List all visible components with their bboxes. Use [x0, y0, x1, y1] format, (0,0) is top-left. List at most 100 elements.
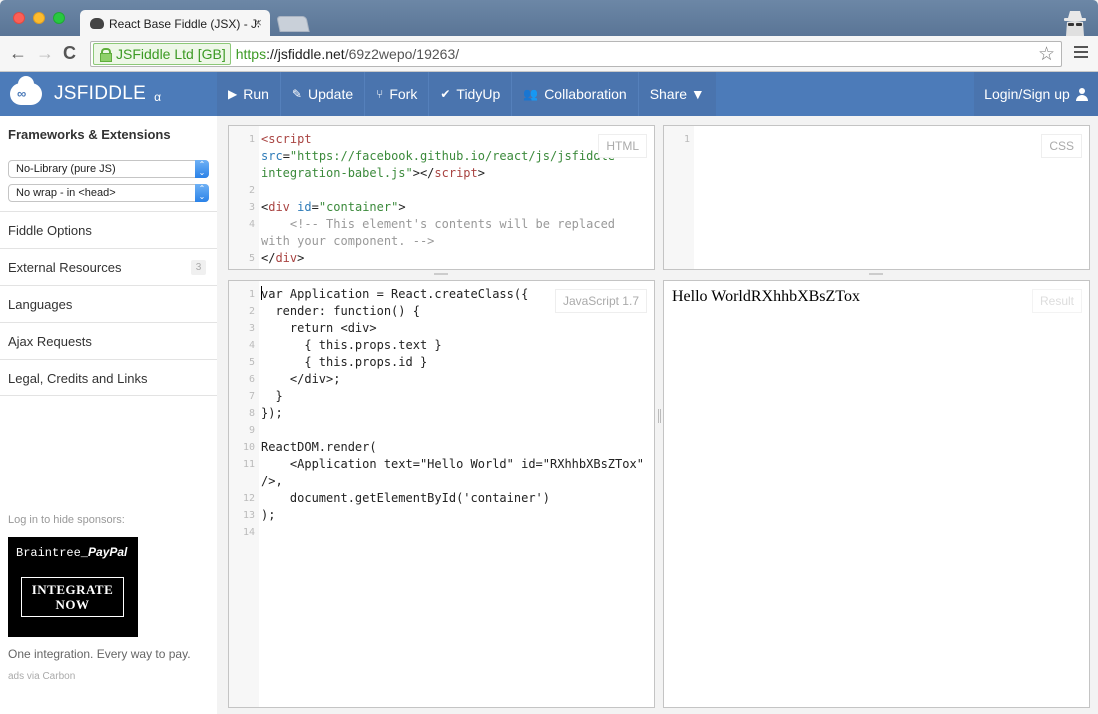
action-bar: ▶ Run ✎ Update ⑂ Fork ✔ TidyUp 👥 Collaboratio…: [217, 72, 716, 116]
code-line[interactable]: 3 return <div>: [229, 320, 654, 337]
bookmark-star-icon[interactable]: ☆: [1038, 43, 1055, 66]
code-line[interactable]: 12 document.getElementById('container'): [229, 490, 654, 507]
javascript-editor-panel[interactable]: 1 var Application = React.createClass({2 …: [228, 280, 655, 708]
code-line[interactable]: 4 { this.props.text }: [229, 337, 654, 354]
code-token: >: [398, 200, 406, 214]
address-bar[interactable]: JSFiddle Ltd [GB] https://jsfiddle.net/6…: [90, 41, 1062, 67]
javascript-panel-label[interactable]: JavaScript 1.7: [554, 289, 647, 313]
user-icon: [1075, 87, 1088, 101]
new-tab-button[interactable]: [276, 16, 310, 32]
select-caret-icon: ⌃ ⌄: [195, 160, 209, 178]
ad-tagline[interactable]: One integration. Every way to pay.: [8, 647, 191, 661]
code-token: >: [297, 251, 305, 265]
tab-title: React Base Fiddle (JSX) - JSFiddle: [109, 16, 259, 31]
tab-close-icon[interactable]: ×: [254, 15, 262, 30]
sponsor-note[interactable]: Log in to hide sponsors:: [8, 514, 125, 526]
load-type-select[interactable]: No wrap - in <head> ⌃ ⌄: [8, 184, 209, 202]
code-line[interactable]: 7 }: [229, 388, 654, 405]
reload-button[interactable]: C: [63, 44, 76, 62]
collaboration-button[interactable]: 👥 Collaboration: [512, 72, 639, 116]
share-button[interactable]: Share ▼: [639, 72, 716, 116]
code-token: "container": [318, 200, 399, 214]
sidebar-item-ajax-requests[interactable]: Ajax Requests: [0, 322, 217, 359]
ev-certificate-label: JSFiddle Ltd [GB]: [116, 46, 226, 62]
code-line[interactable]: 5 { this.props.id }: [229, 354, 654, 371]
code-line[interactable]: 11 <Application text="Hello World" id="R…: [229, 456, 654, 490]
fork-button[interactable]: ⑂ Fork: [365, 72, 430, 116]
code-line[interactable]: 2: [229, 182, 654, 199]
users-icon: 👥: [523, 87, 539, 101]
code-line[interactable]: 9: [229, 422, 654, 439]
url-host: ://jsfiddle.net: [266, 46, 345, 62]
sidebar-item-languages[interactable]: Languages: [0, 285, 217, 322]
code-line[interactable]: 13);: [229, 507, 654, 524]
css-editor-panel[interactable]: 1 CSS: [663, 125, 1090, 270]
tidyup-button[interactable]: ✔ TidyUp: [429, 72, 513, 116]
line-number: 11: [242, 459, 255, 470]
code-line[interactable]: 8});: [229, 405, 654, 422]
zoom-window-button[interactable]: [53, 12, 65, 24]
result-panel[interactable]: Hello WorldRXhhbXBsZTox Result: [663, 280, 1090, 708]
horizontal-resize-handle-right[interactable]: [869, 273, 883, 275]
incognito-icon: [1064, 11, 1086, 36]
brush-icon: ✔: [440, 87, 451, 101]
sidebar-item-legal[interactable]: Legal, Credits and Links: [0, 359, 217, 396]
code-line[interactable]: 10 ReactDOM.render(: [229, 439, 654, 456]
library-select[interactable]: No-Library (pure JS) ⌃ ⌄: [8, 160, 209, 178]
play-icon: ▶: [228, 87, 238, 101]
code-token: });: [261, 406, 283, 420]
css-code[interactable]: 1: [664, 131, 1089, 148]
code-token: </: [261, 251, 276, 265]
code-line[interactable]: 5 </div>: [229, 250, 654, 267]
fork-icon: ⑂: [376, 87, 384, 101]
login-signup-button[interactable]: Login/Sign up: [974, 72, 1098, 116]
cloud-logo-icon: ∞: [10, 76, 42, 105]
forward-button[interactable]: →: [36, 44, 54, 62]
code-token: >: [477, 166, 485, 180]
url-text[interactable]: https://jsfiddle.net/69z2wepo/19263/: [236, 46, 459, 62]
lock-icon: [100, 48, 112, 62]
sidebar-item-fiddle-options[interactable]: Fiddle Options: [0, 211, 217, 248]
sponsor-ad-image[interactable]: Braintree_PayPal INTEGRATE NOW: [8, 537, 138, 637]
code-line[interactable]: 4 <!-- This element's contents will be r…: [229, 216, 654, 250]
update-button[interactable]: ✎ Update: [281, 72, 366, 116]
ev-certificate-badge[interactable]: JSFiddle Ltd [GB]: [93, 43, 231, 65]
line-number: 5: [248, 253, 255, 264]
ad-cta: INTEGRATE NOW: [21, 577, 124, 617]
browser-menu-icon[interactable]: [1074, 46, 1088, 58]
jsfiddle-favicon-icon: [90, 18, 104, 29]
brand-logo[interactable]: ∞ JSFIDDLE α: [0, 72, 217, 116]
code-line[interactable]: 1 <script src="https://facebook.github.io…: [229, 131, 654, 182]
line-number: 14: [242, 527, 255, 538]
close-window-button[interactable]: [13, 12, 25, 24]
run-button[interactable]: ▶ Run: [217, 72, 281, 116]
code-token: id: [289, 200, 312, 214]
horizontal-resize-handle-left[interactable]: [434, 273, 448, 275]
code-line[interactable]: 3 <div id="container">: [229, 199, 654, 216]
code-token: );: [261, 508, 276, 522]
html-panel-label: HTML: [598, 134, 647, 158]
code-token: div: [275, 251, 298, 265]
code-line[interactable]: 1: [664, 131, 1089, 148]
vertical-resize-handle[interactable]: [658, 409, 661, 423]
line-number: 2: [248, 306, 255, 317]
html-editor-panel[interactable]: 1 <script src="https://facebook.github.io…: [228, 125, 655, 270]
code-line[interactable]: 6 </div>;: [229, 371, 654, 388]
line-number: 4: [248, 219, 255, 230]
code-line[interactable]: 14: [229, 524, 654, 541]
line-number: 9: [248, 425, 255, 436]
ads-via-carbon-link[interactable]: ads via Carbon: [8, 671, 75, 682]
code-token: div: [268, 200, 290, 214]
back-button[interactable]: ←: [9, 44, 27, 62]
frameworks-title: Frameworks & Extensions: [8, 127, 171, 142]
code-token: </div>;: [261, 372, 341, 386]
line-number: 3: [248, 202, 255, 213]
browser-tab[interactable]: React Base Fiddle (JSX) - JSFiddle ×: [80, 10, 270, 37]
sidebar-item-external-resources[interactable]: External Resources 3: [0, 248, 217, 285]
line-number: 1: [683, 134, 690, 145]
select-caret-icon: ⌃ ⌄: [195, 184, 209, 202]
javascript-code[interactable]: 1 var Application = React.createClass({2 …: [229, 286, 654, 541]
minimize-window-button[interactable]: [33, 12, 45, 24]
sidebar-menu: Fiddle Options External Resources 3 Langu…: [0, 211, 217, 396]
html-code[interactable]: 1 <script src="https://facebook.github.io…: [229, 131, 654, 267]
